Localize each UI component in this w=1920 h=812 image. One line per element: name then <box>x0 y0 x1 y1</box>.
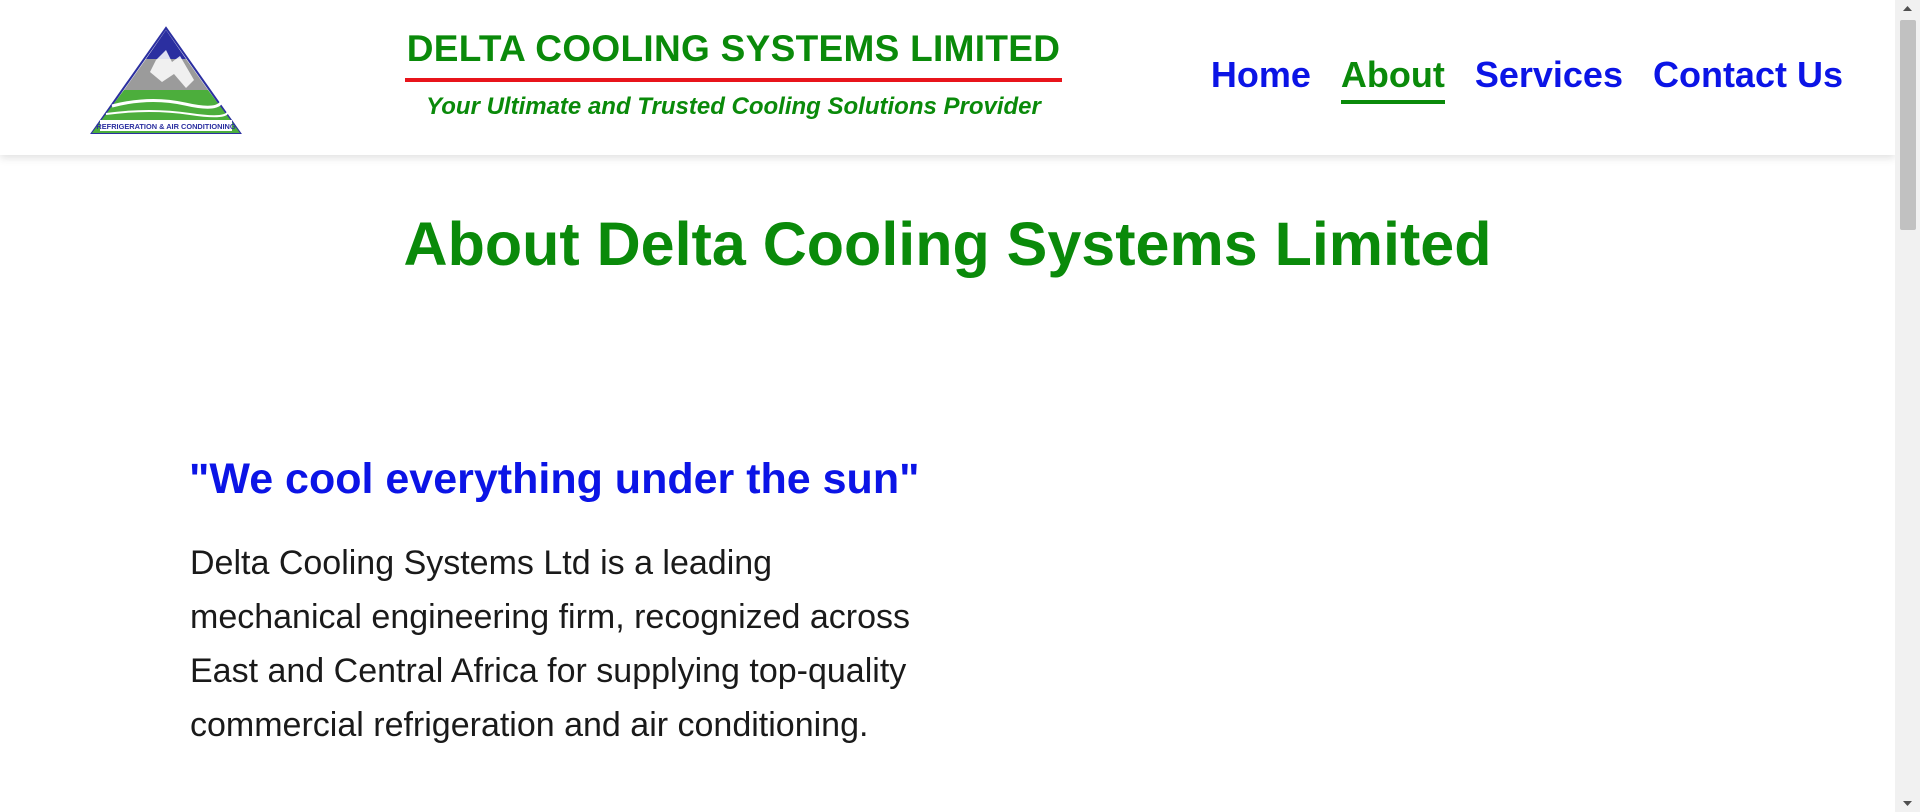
brand-tagline: Your Ultimate and Trusted Cooling Soluti… <box>426 93 1041 120</box>
main-nav: Home About Services Contact Us <box>1211 52 1843 104</box>
vertical-scrollbar[interactable] <box>1895 0 1920 812</box>
scroll-up-arrow-icon[interactable] <box>1895 0 1920 17</box>
slogan-quote: "We cool everything under the sun" <box>189 455 920 503</box>
scroll-down-arrow-icon[interactable] <box>1895 795 1920 812</box>
brand-divider <box>405 78 1062 82</box>
page-title: About Delta Cooling Systems Limited <box>403 210 1492 278</box>
site-header: REFRIGERATION & AIR CONDITIONING DELTA C… <box>0 0 1895 155</box>
page: REFRIGERATION & AIR CONDITIONING DELTA C… <box>0 0 1895 812</box>
brand-block: DELTA COOLING SYSTEMS LIMITED Your Ultim… <box>405 26 1062 122</box>
nav-home-link[interactable]: Home <box>1211 52 1311 100</box>
scrollbar-thumb[interactable] <box>1900 20 1916 230</box>
nav-about-link[interactable]: About <box>1340 52 1445 104</box>
brand-name: DELTA COOLING SYSTEMS LIMITED <box>406 28 1061 69</box>
about-paragraph: Delta Cooling Systems Ltd is a leading m… <box>190 544 911 744</box>
company-logo[interactable]: REFRIGERATION & AIR CONDITIONING <box>90 26 242 136</box>
logo-caption: REFRIGERATION & AIR CONDITIONING <box>96 122 235 131</box>
logo-graphic: REFRIGERATION & AIR CONDITIONING <box>90 26 242 134</box>
nav-contact-link[interactable]: Contact Us <box>1653 52 1843 100</box>
nav-services-link[interactable]: Services <box>1475 52 1623 100</box>
